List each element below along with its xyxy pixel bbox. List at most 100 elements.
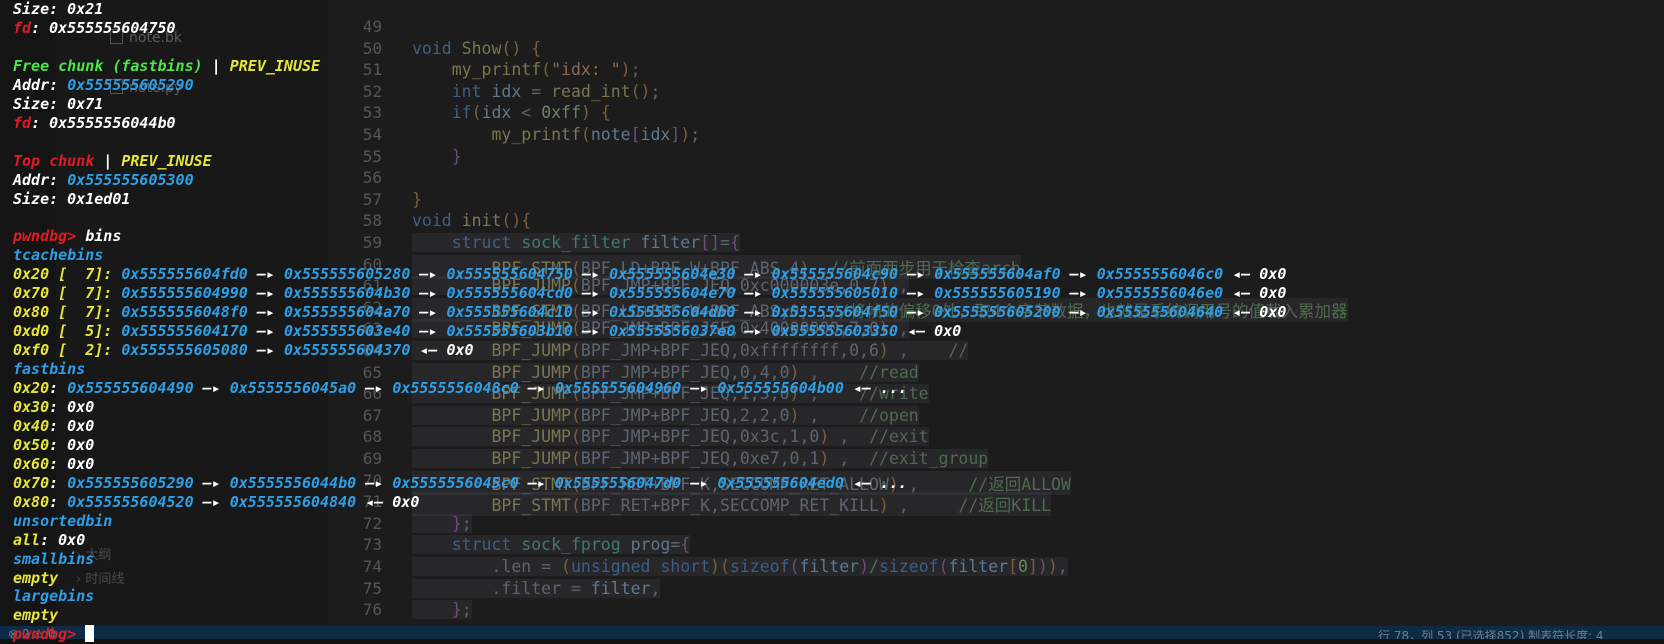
terminal-line: 0x60: 0x0 bbox=[13, 455, 94, 474]
terminal-cursor[interactable] bbox=[85, 625, 95, 643]
terminal-text: PREV_INUSE bbox=[229, 56, 321, 75]
terminal-text: 0x50 bbox=[13, 435, 50, 454]
terminal-text: —▸ bbox=[247, 322, 284, 341]
terminal-text: —▸ bbox=[410, 303, 447, 322]
terminal-text: ◂— 0x0 bbox=[898, 322, 962, 341]
terminal-text: 0x555555603350 bbox=[771, 322, 899, 341]
terminal-text: —▸ bbox=[1060, 303, 1097, 322]
terminal-text: 0x5555556044b0 bbox=[229, 473, 357, 492]
terminal-text: 0x555555604370 bbox=[283, 341, 411, 360]
terminal-text: —▸ bbox=[898, 265, 935, 284]
terminal-text: ◂— ... bbox=[843, 473, 908, 492]
terminal-text: 0x5555556045c0 bbox=[392, 473, 519, 492]
terminal-text: —▸ bbox=[1060, 284, 1097, 303]
terminal-text: —▸ bbox=[410, 322, 447, 341]
terminal-text: : 0x0 bbox=[49, 397, 95, 416]
terminal-text: —▸ bbox=[572, 284, 610, 303]
terminal-text: 0x555555604e70 bbox=[609, 284, 736, 303]
terminal-text: 0x555555605290 bbox=[67, 75, 194, 94]
terminal-text: Size: 0x21 bbox=[13, 0, 104, 18]
terminal-text: —▸ bbox=[735, 303, 772, 322]
terminal-line: Size: 0x21 bbox=[13, 0, 103, 19]
terminal-line: 0x80: 0x555555604520 —▸ 0x555555604840 ◂… bbox=[13, 493, 419, 512]
terminal-text: 0xd0 [ 5]: bbox=[13, 322, 122, 341]
terminal-text: tcachebins bbox=[13, 246, 104, 265]
terminal-text: 0x555555604c90 bbox=[771, 265, 899, 284]
terminal-text: Addr: bbox=[13, 170, 68, 189]
terminal-text: 0x555555604a70 bbox=[283, 303, 411, 322]
terminal-text: —▸ bbox=[518, 473, 555, 492]
terminal-text: 0x5555556046c0 bbox=[1096, 265, 1224, 284]
terminal-text: 0x555555604fd0 bbox=[121, 265, 248, 284]
terminal-line: Addr: 0x555555605290 bbox=[13, 76, 194, 95]
terminal-line: empty bbox=[13, 606, 58, 625]
terminal-text: 0x20 [ 7]: bbox=[13, 265, 122, 284]
terminal-text: 0x555555603e40 bbox=[283, 322, 411, 341]
terminal-text: 0x70 [ 7]: bbox=[13, 284, 122, 303]
terminal-text: 0x555555605010 bbox=[771, 284, 899, 303]
terminal-text: : bbox=[49, 379, 68, 397]
terminal-line: smallbins bbox=[13, 550, 94, 569]
terminal-text: 0x5555556048c0 bbox=[392, 379, 519, 397]
terminal-text: —▸ bbox=[1060, 265, 1097, 284]
terminal-line: 0x20 [ 7]: 0x555555604fd0 —▸ 0x555555605… bbox=[13, 265, 1286, 284]
terminal-panel[interactable]: Size: 0x21 fd: 0x555555604750 Free chunk (… bbox=[0, 0, 1664, 643]
terminal-text: 0x30 bbox=[13, 397, 50, 416]
terminal-text: smallbins bbox=[13, 549, 95, 568]
terminal-line: Size: 0x71 bbox=[13, 95, 103, 114]
terminal-text: 0x555555605280 bbox=[283, 265, 411, 284]
terminal-line: unsortedbin bbox=[13, 512, 112, 531]
terminal-text: —▸ bbox=[898, 284, 935, 303]
terminal-line: Size: 0x1ed01 bbox=[13, 190, 130, 209]
terminal-text: 0x555555604b00 bbox=[717, 379, 844, 397]
terminal-text: 0x60 bbox=[13, 454, 50, 473]
terminal-text: 0x555555604640 bbox=[1096, 303, 1224, 322]
terminal-text: Size: 0x1ed01 bbox=[13, 189, 131, 208]
terminal-text: fastbins bbox=[13, 360, 86, 379]
terminal-text: —▸ bbox=[898, 303, 935, 322]
terminal-line: 0x20: 0x555555604490 —▸ 0x5555556045a0 —… bbox=[13, 379, 907, 398]
terminal-text: —▸ bbox=[735, 322, 772, 341]
terminal-line: pwndbg> bins bbox=[13, 227, 121, 246]
terminal-text: 0x555555604520 bbox=[67, 492, 194, 511]
terminal-line: 0x70 [ 7]: 0x555555604990 —▸ 0x555555604… bbox=[13, 284, 1286, 303]
terminal-text: fd bbox=[13, 18, 32, 37]
terminal-text: 0x20 bbox=[13, 379, 50, 397]
terminal-text: 0x555555604490 bbox=[67, 379, 194, 397]
terminal-text: 0x555555604750 bbox=[446, 265, 573, 284]
terminal-text: 0x80 [ 7]: bbox=[13, 303, 122, 322]
terminal-text: 0x555555605300 bbox=[67, 170, 194, 189]
terminal-line: 0xd0 [ 5]: 0x555555604170 —▸ 0x555555603… bbox=[13, 322, 961, 341]
terminal-text: Free chunk (fastbins) bbox=[13, 56, 203, 75]
terminal-line: 0x80 [ 7]: 0x5555556048f0 —▸ 0x555555604… bbox=[13, 303, 1286, 322]
terminal-text: —▸ bbox=[572, 322, 610, 341]
terminal-text: 0x555555604990 bbox=[121, 284, 248, 303]
terminal-text: 0x555555605190 bbox=[934, 284, 1061, 303]
terminal-text: : 0x555555604750 bbox=[31, 18, 176, 37]
terminal-text: 0x555555604960 bbox=[554, 379, 682, 397]
terminal-text: —▸ bbox=[735, 265, 772, 284]
terminal-line: 0xf0 [ 2]: 0x555555605080 —▸ 0x555555604… bbox=[13, 341, 474, 360]
terminal-text: 0x555555604af0 bbox=[934, 265, 1061, 284]
terminal-text: —▸ bbox=[356, 379, 393, 397]
terminal-text: 0x5555556037e0 bbox=[609, 322, 736, 341]
terminal-text: PREV_INUSE bbox=[121, 151, 212, 170]
terminal-text: —▸ bbox=[410, 265, 447, 284]
terminal-text: 0x5555556046e0 bbox=[1096, 284, 1224, 303]
terminal-text: 0x5555556045a0 bbox=[229, 379, 357, 397]
terminal-text: Top chunk bbox=[13, 151, 95, 170]
terminal-text: —▸ bbox=[247, 303, 284, 322]
terminal-text: bins bbox=[85, 227, 122, 246]
terminal-line: empty bbox=[13, 569, 58, 588]
terminal-text: Addr: bbox=[13, 75, 68, 94]
terminal-text: ◂— 0x0 bbox=[1223, 303, 1287, 322]
terminal-text: 0x555555604cd0 bbox=[446, 284, 573, 303]
terminal-text: —▸ bbox=[193, 473, 230, 492]
terminal-text: ◂— 0x0 bbox=[410, 341, 474, 360]
terminal-text: ◂— ... bbox=[843, 379, 908, 397]
terminal-line: all: 0x0 bbox=[13, 531, 85, 550]
terminal-text: 0x5555556047d0 bbox=[554, 473, 682, 492]
terminal-text: 0x555555605200 bbox=[934, 303, 1061, 322]
terminal-text: empty bbox=[13, 606, 59, 625]
terminal-text: 0x555555604f50 bbox=[771, 303, 899, 322]
